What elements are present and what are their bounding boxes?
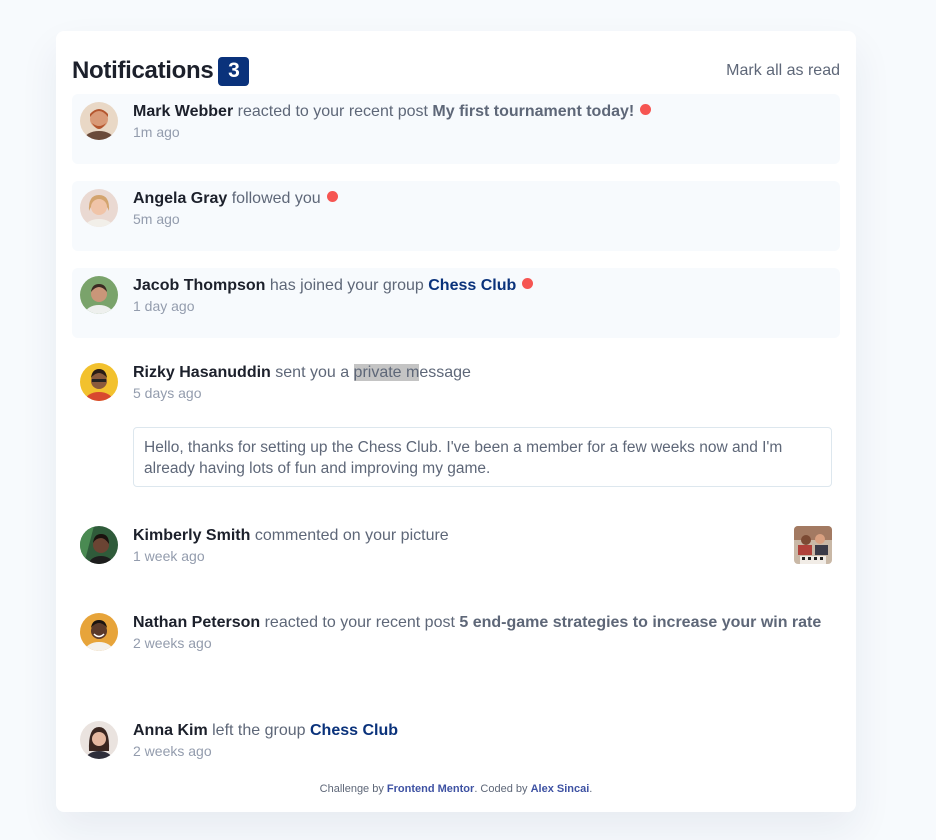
notification-content: Angela Gray followed you 5m ago [133, 188, 832, 229]
action-text: left the group [212, 722, 306, 739]
action-text: reacted to your recent post [264, 614, 455, 631]
notification-text: Nathan Peterson reacted to your recent p… [133, 612, 832, 634]
action-text: followed you [231, 190, 321, 207]
author-link[interactable]: Alex Sincai [531, 783, 590, 795]
page-title: Notifications [72, 57, 214, 84]
notification-content: Rizky Hasanuddin sent you a private mess… [133, 362, 832, 403]
action-text: reacted to your recent post [237, 103, 428, 120]
notification-content: Mark Webber reacted to your recent post … [133, 101, 832, 142]
user-name[interactable]: Rizky Hasanuddin [133, 364, 271, 381]
avatar-image [80, 363, 118, 401]
timestamp: 5 days ago [133, 385, 202, 401]
avatar-nathan-peterson[interactable] [80, 613, 118, 651]
user-name[interactable]: Angela Gray [133, 190, 227, 207]
private-message-link[interactable]: private message [353, 364, 471, 381]
notification-text: Mark Webber reacted to your recent post … [133, 101, 832, 123]
timestamp: 5m ago [133, 211, 180, 227]
footer-middle: . Coded by [474, 783, 528, 795]
notification-content: Kimberly Smith commented on your picture… [133, 525, 832, 566]
user-name[interactable]: Anna Kim [133, 722, 208, 739]
footer-suffix: . [589, 783, 593, 795]
notification-content: Anna Kim left the group Chess Club 2 wee… [133, 720, 832, 761]
notification-text: Kimberly Smith commented on your picture [133, 525, 832, 547]
header: Notifications 3 Mark all as read [72, 55, 840, 87]
action-text: commented on your picture [254, 527, 449, 544]
avatar-image [80, 276, 118, 314]
commented-picture-thumbnail[interactable] [794, 526, 832, 564]
timestamp: 1 day ago [133, 298, 195, 314]
notification-item[interactable]: Nathan Peterson reacted to your recent p… [72, 605, 840, 695]
selected-text: private m [353, 364, 420, 381]
avatar-image [80, 189, 118, 227]
notifications-card: Notifications 3 Mark all as read Mark We… [56, 31, 856, 812]
avatar-jacob-thompson[interactable] [80, 276, 118, 314]
timestamp: 1 week ago [133, 548, 205, 564]
attribution-footer: Challenge by Frontend Mentor. Coded by A… [56, 783, 856, 795]
notification-text: Rizky Hasanuddin sent you a private mess… [133, 362, 832, 384]
post-link[interactable]: 5 end-game strategies to increase your w… [459, 614, 821, 631]
title-group: Notifications 3 [72, 56, 250, 86]
post-link[interactable]: My first tournament today! [432, 103, 634, 120]
avatar-angela-gray[interactable] [80, 189, 118, 227]
action-text: has joined your group [269, 277, 424, 294]
footer-prefix: Challenge by [319, 783, 384, 795]
notification-content: Nathan Peterson reacted to your recent p… [133, 612, 832, 653]
avatar-rizky-hasanuddin[interactable] [80, 363, 118, 401]
user-name[interactable]: Nathan Peterson [133, 614, 260, 631]
notification-text: Angela Gray followed you [133, 188, 832, 210]
group-link[interactable]: Chess Club [310, 722, 398, 739]
notification-item[interactable]: Angela Gray followed you 5m ago [72, 181, 840, 251]
timestamp: 2 weeks ago [133, 743, 212, 759]
unread-dot [640, 104, 652, 115]
private-message-box[interactable]: Hello, thanks for setting up the Chess C… [133, 427, 832, 487]
avatar-mark-webber[interactable] [80, 102, 118, 140]
notification-item[interactable]: Jacob Thompson has joined your group Che… [72, 268, 840, 338]
notification-item[interactable]: Anna Kim left the group Chess Club 2 wee… [72, 713, 840, 783]
group-link[interactable]: Chess Club [428, 277, 516, 294]
notification-item[interactable]: Mark Webber reacted to your recent post … [72, 94, 840, 164]
action-text: sent you a [275, 364, 350, 381]
unread-dot [326, 191, 338, 202]
chess-picture-image [794, 526, 832, 564]
notification-item[interactable]: Rizky Hasanuddin sent you a private mess… [72, 355, 840, 490]
timestamp: 1m ago [133, 124, 180, 140]
notification-content: Jacob Thompson has joined your group Che… [133, 275, 832, 316]
avatar-image [80, 721, 118, 759]
notification-text: Anna Kim left the group Chess Club [133, 720, 832, 742]
message-text-rest: essage [419, 364, 471, 381]
notification-text: Jacob Thompson has joined your group Che… [133, 275, 832, 297]
notification-item[interactable]: Kimberly Smith commented on your picture… [72, 518, 840, 588]
avatar-kimberly-smith[interactable] [80, 526, 118, 564]
user-name[interactable]: Kimberly Smith [133, 527, 250, 544]
user-name[interactable]: Jacob Thompson [133, 277, 265, 294]
unread-count-badge: 3 [218, 56, 250, 86]
avatar-image [80, 526, 118, 564]
frontend-mentor-link[interactable]: Frontend Mentor [387, 783, 474, 795]
avatar-image [80, 613, 118, 651]
user-name[interactable]: Mark Webber [133, 103, 233, 120]
avatar-anna-kim[interactable] [80, 721, 118, 759]
timestamp: 2 weeks ago [133, 635, 212, 651]
mark-all-read-button[interactable]: Mark all as read [726, 62, 840, 80]
avatar-image [80, 102, 118, 140]
unread-dot [522, 278, 534, 289]
